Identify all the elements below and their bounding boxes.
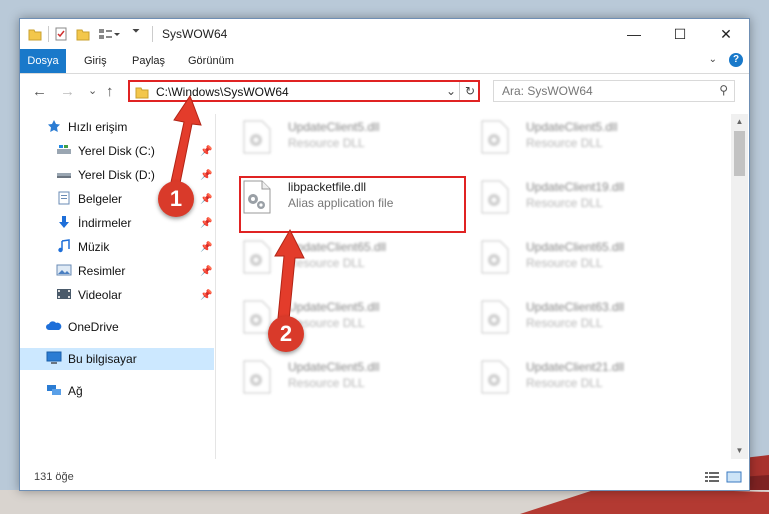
folder-icon [135, 87, 149, 99]
status-bar: 131 öğe [20, 465, 749, 489]
folder-icon [28, 29, 42, 41]
address-bar[interactable]: C:\Windows\SysWOW64 ⌄ ↻ [128, 80, 480, 102]
close-button[interactable]: ✕ [703, 19, 749, 49]
chevron-down-icon[interactable]: ⌄ [446, 84, 456, 98]
callout-step-1: 1 [158, 181, 194, 217]
list-item[interactable]: UpdateClient19.dll Resource DLL [474, 174, 694, 220]
search-box[interactable]: Ara: SysWOW64 ⚲ [493, 80, 735, 102]
pin-icon[interactable]: 📌 [200, 242, 212, 253]
scroll-down-icon[interactable]: ▼ [731, 443, 748, 459]
list-item[interactable]: UpdateClient5.dll Resource DLL [474, 114, 694, 160]
documents-icon [56, 190, 72, 205]
view-options-icon[interactable] [98, 26, 120, 42]
dll-file-icon [243, 240, 271, 274]
dll-file-icon [481, 360, 509, 394]
tab-home[interactable]: Giriş [84, 49, 107, 73]
properties-icon[interactable] [54, 26, 68, 42]
recent-locations-button[interactable]: ⌄ [88, 84, 97, 97]
network-icon [46, 382, 62, 396]
window-title: SysWOW64 [162, 27, 228, 41]
dll-file-icon [481, 240, 509, 274]
scrollbar-thumb[interactable] [734, 131, 745, 176]
music-icon [56, 238, 72, 253]
address-path: C:\Windows\SysWOW64 [156, 85, 289, 99]
customize-toolbar-icon[interactable]: ⏷ [132, 26, 140, 42]
tab-share[interactable]: Paylaş [132, 49, 165, 73]
dll-file-icon [243, 120, 271, 154]
callout-step-2: 2 [268, 316, 304, 352]
sidebar-item-downloads[interactable]: İndirmeler [56, 212, 131, 234]
tab-file[interactable]: Dosya [20, 49, 66, 73]
refresh-icon[interactable]: ↻ [459, 82, 480, 100]
up-button[interactable]: ↑ [106, 83, 114, 100]
star-icon [46, 118, 62, 132]
minimize-button[interactable]: — [611, 19, 657, 49]
sidebar-item-local-disk-d[interactable]: Yerel Disk (D:) [56, 164, 155, 186]
dll-file-icon [481, 180, 509, 214]
sidebar-item-documents[interactable]: Belgeler [56, 188, 122, 210]
list-item[interactable]: UpdateClient21.dll Resource DLL [474, 354, 694, 400]
title-bar: ⏷ SysWOW64 — ☐ ✕ [20, 19, 749, 49]
drive-icon [56, 166, 72, 180]
list-item[interactable]: UpdateClient65.dll Resource DLL [236, 234, 456, 280]
sidebar-item-pictures[interactable]: Resimler [56, 260, 125, 282]
dll-file-icon [481, 120, 509, 154]
details-view-icon[interactable] [704, 471, 720, 483]
search-input[interactable]: Ara: SysWOW64 [502, 84, 593, 98]
list-item[interactable]: UpdateClient5.dll Resource DLL [236, 114, 456, 160]
pin-icon[interactable]: 📌 [200, 290, 212, 301]
dll-file-icon [243, 360, 271, 394]
navigation-bar: ← → ⌄ ↑ C:\Windows\SysWOW64 ⌄ ↻ Ara: Sys… [20, 74, 749, 110]
back-button[interactable]: ← [32, 83, 47, 100]
sidebar-item-network[interactable]: Ağ [46, 380, 83, 402]
help-icon[interactable]: ? [729, 53, 743, 67]
file-list: UpdateClient5.dll Resource DLL UpdateCli… [216, 114, 731, 459]
search-icon[interactable]: ⚲ [719, 83, 728, 97]
cloud-icon [46, 318, 62, 332]
maximize-button[interactable]: ☐ [657, 19, 703, 49]
vertical-scrollbar[interactable]: ▲ ▼ [731, 114, 748, 459]
pin-icon[interactable]: 📌 [200, 218, 212, 229]
drive-icon [56, 142, 72, 156]
pin-icon[interactable]: 📌 [200, 194, 212, 205]
item-count: 131 öğe [34, 471, 74, 483]
videos-icon [56, 286, 72, 300]
computer-icon [46, 350, 62, 364]
pin-icon[interactable]: 📌 [200, 146, 212, 157]
sidebar-item-local-disk-c[interactable]: Yerel Disk (C:) [56, 140, 155, 162]
file-explorer-window: ⏷ SysWOW64 — ☐ ✕ Dosya Giriş Paylaş Görü… [19, 18, 750, 491]
list-item[interactable]: UpdateClient63.dll Resource DLL [474, 294, 694, 340]
download-icon [56, 214, 72, 228]
tab-view[interactable]: Görünüm [188, 49, 234, 73]
highlight-box [239, 176, 466, 233]
sidebar-item-videos[interactable]: Videolar [56, 284, 122, 306]
pictures-icon [56, 262, 72, 276]
list-item[interactable]: UpdateClient65.dll Resource DLL [474, 234, 694, 280]
sidebar-item-quick-access[interactable]: Hızlı erişim [46, 116, 127, 138]
sidebar-item-onedrive[interactable]: OneDrive [46, 316, 119, 338]
scroll-up-icon[interactable]: ▲ [731, 114, 748, 130]
pin-icon[interactable]: 📌 [200, 170, 212, 181]
new-folder-icon[interactable] [76, 26, 90, 42]
large-icons-view-icon[interactable] [726, 471, 742, 483]
navigation-pane: Hızlı erişim Yerel Disk (C:) 📌 Yerel Dis… [20, 114, 216, 459]
ribbon-tabs: Dosya Giriş Paylaş Görünüm ⌄ ? [20, 49, 749, 74]
chevron-down-icon[interactable]: ⌄ [709, 54, 717, 65]
dll-file-icon [481, 300, 509, 334]
sidebar-item-music[interactable]: Müzik [56, 236, 109, 258]
sidebar-item-this-pc[interactable]: Bu bilgisayar [20, 348, 214, 370]
forward-button[interactable]: → [60, 83, 75, 100]
pin-icon[interactable]: 📌 [200, 266, 212, 277]
list-item[interactable]: UpdateClient5.dll Resource DLL [236, 354, 456, 400]
